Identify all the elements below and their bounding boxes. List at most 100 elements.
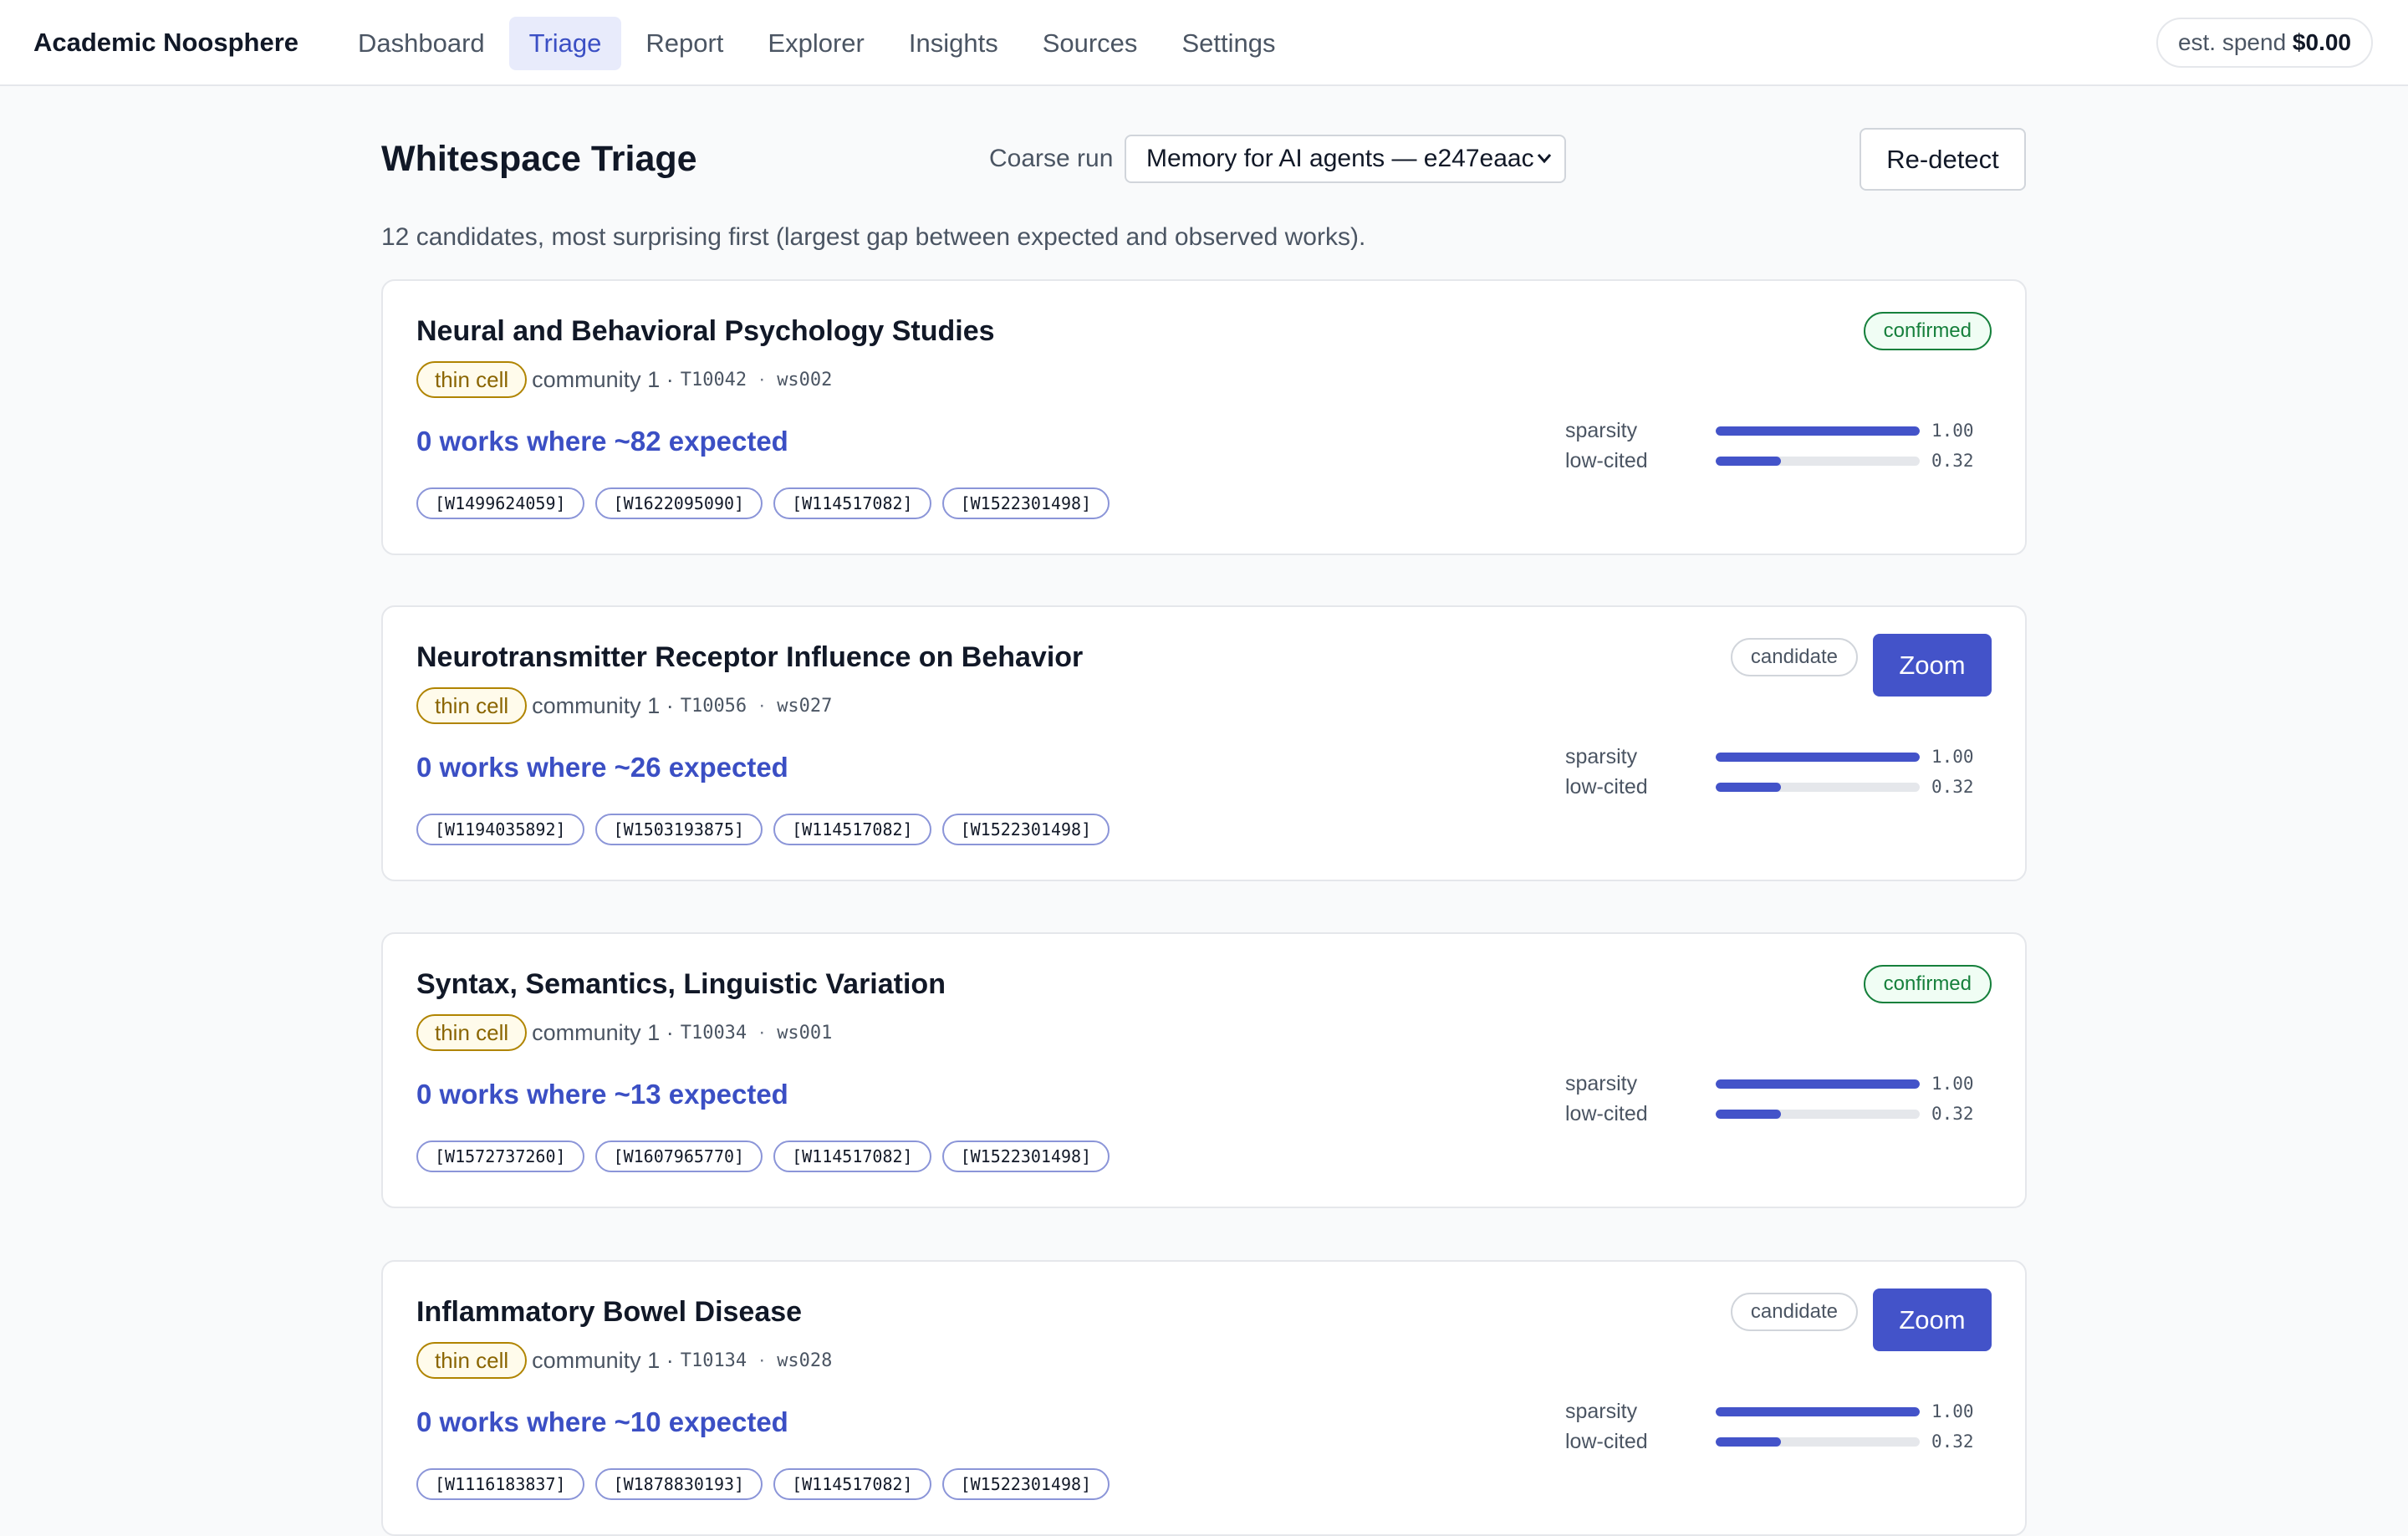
nav-dashboard[interactable]: Dashboard xyxy=(338,17,505,70)
low-cited-value: 0.32 xyxy=(1931,777,1974,797)
low-cited-metric: low-cited 0.32 xyxy=(1565,1426,2000,1457)
sparsity-bar-fill xyxy=(1716,426,1920,436)
works-gap-headline[interactable]: 0 works where ~26 expected xyxy=(416,749,788,786)
low-cited-bar xyxy=(1716,1110,1920,1119)
sparsity-value: 1.00 xyxy=(1931,1074,1974,1094)
thin-cell-tag: thin cell xyxy=(416,361,528,398)
coarse-run-select[interactable]: Memory for AI agents — e247eaac xyxy=(1125,135,1566,183)
sparsity-value: 1.00 xyxy=(1931,747,1974,767)
whitespace-id: ws001 xyxy=(777,1022,833,1044)
card-meta: thin cell community 1 · T10056 · ws027 xyxy=(416,686,832,725)
nav-report[interactable]: Report xyxy=(625,17,743,70)
low-cited-bar-fill xyxy=(1716,457,1782,466)
candidates-summary: 12 candidates, most surprising first (la… xyxy=(381,223,1366,251)
work-id-chip[interactable]: [W1522301498] xyxy=(941,487,1110,519)
work-id-chip[interactable]: [W1499624059] xyxy=(416,487,584,519)
low-cited-value: 0.32 xyxy=(1931,451,1974,471)
works-gap-headline[interactable]: 0 works where ~10 expected xyxy=(416,1404,788,1441)
low-cited-bar-fill xyxy=(1716,1437,1782,1447)
sparsity-value: 1.00 xyxy=(1931,421,1974,441)
work-id-chip[interactable]: [W1194035892] xyxy=(416,814,584,845)
zoom-button[interactable]: Zoom xyxy=(1873,1289,1992,1351)
low-cited-label: low-cited xyxy=(1565,775,1648,799)
chevron-down-icon xyxy=(1536,136,1553,198)
nav-sources[interactable]: Sources xyxy=(1023,17,1158,70)
sparsity-label: sparsity xyxy=(1565,745,1638,768)
spend-value: $0.00 xyxy=(2292,29,2351,55)
work-id-chip[interactable]: [W1522301498] xyxy=(941,1141,1110,1172)
card-metrics: sparsity 1.00 low-cited 0.32 xyxy=(1565,1069,2000,1129)
candidate-card: Inflammatory Bowel Disease thin cell com… xyxy=(381,1260,2027,1536)
nav-insights[interactable]: Insights xyxy=(889,17,1018,70)
sparsity-bar xyxy=(1716,1079,1920,1089)
sparsity-metric: sparsity 1.00 xyxy=(1565,1396,2000,1426)
candidate-card: Neural and Behavioral Psychology Studies… xyxy=(381,279,2027,555)
community-label: community 1 · xyxy=(532,692,674,718)
work-id-chip[interactable]: [W114517082] xyxy=(773,1468,931,1500)
work-id-chip[interactable]: [W1522301498] xyxy=(941,1468,1110,1500)
whitespace-id: ws028 xyxy=(777,1350,833,1371)
work-id-chip[interactable]: [W1503193875] xyxy=(594,814,763,845)
card-metrics: sparsity 1.00 low-cited 0.32 xyxy=(1565,416,2000,476)
sparsity-label: sparsity xyxy=(1565,1072,1638,1095)
separator-dot: · xyxy=(758,694,766,717)
work-id-chip[interactable]: [W114517082] xyxy=(773,487,931,519)
zoom-button[interactable]: Zoom xyxy=(1873,634,1992,697)
sparsity-label: sparsity xyxy=(1565,419,1638,442)
separator-dot: · xyxy=(758,1349,766,1371)
card-title[interactable]: Inflammatory Bowel Disease xyxy=(416,1294,802,1330)
works-gap-headline[interactable]: 0 works where ~82 expected xyxy=(416,423,788,460)
low-cited-bar xyxy=(1716,783,1920,792)
app-brand[interactable]: Academic Noosphere xyxy=(33,25,298,60)
sparsity-bar xyxy=(1716,1407,1920,1416)
status-badge: candidate xyxy=(1730,638,1858,676)
sparsity-bar xyxy=(1716,426,1920,436)
candidate-card: Neurotransmitter Receptor Influence on B… xyxy=(381,605,2027,881)
whitespace-id: ws002 xyxy=(777,369,833,390)
spend-label: est. spend xyxy=(2177,29,2287,55)
work-id-chips: [W1572737260] [W1607965770] [W114517082] [W… xyxy=(416,1141,1120,1172)
card-title[interactable]: Neural and Behavioral Psychology Studies xyxy=(416,313,995,350)
main-nav: Dashboard Triage Report Explorer Insight… xyxy=(338,17,1299,70)
work-id-chip[interactable]: [W1622095090] xyxy=(594,487,763,519)
work-id-chips: [W1116183837] [W1878830193] [W114517082] [W… xyxy=(416,1468,1120,1500)
sparsity-label: sparsity xyxy=(1565,1400,1638,1423)
redetect-button[interactable]: Re-detect xyxy=(1860,128,2026,191)
work-id-chip[interactable]: [W1522301498] xyxy=(941,814,1110,845)
community-label: community 1 · xyxy=(532,1019,674,1045)
sparsity-bar xyxy=(1716,753,1920,762)
card-title[interactable]: Syntax, Semantics, Linguistic Variation xyxy=(416,966,946,1003)
card-meta: thin cell community 1 · T10042 · ws002 xyxy=(416,360,832,399)
sparsity-metric: sparsity 1.00 xyxy=(1565,742,2000,772)
nav-triage[interactable]: Triage xyxy=(508,17,622,70)
card-title[interactable]: Neurotransmitter Receptor Influence on B… xyxy=(416,639,1083,676)
candidate-card: Syntax, Semantics, Linguistic Variation … xyxy=(381,932,2027,1208)
low-cited-bar-fill xyxy=(1716,1110,1782,1119)
topic-id: T10134 xyxy=(680,1350,747,1371)
work-id-chip[interactable]: [W114517082] xyxy=(773,1141,931,1172)
low-cited-metric: low-cited 0.32 xyxy=(1565,772,2000,802)
sparsity-bar-fill xyxy=(1716,753,1920,762)
sparsity-bar-fill xyxy=(1716,1079,1920,1089)
work-id-chip[interactable]: [W1607965770] xyxy=(594,1141,763,1172)
works-gap-headline[interactable]: 0 works where ~13 expected xyxy=(416,1076,788,1113)
work-id-chip[interactable]: [W114517082] xyxy=(773,814,931,845)
nav-explorer[interactable]: Explorer xyxy=(747,17,884,70)
work-id-chip[interactable]: [W1572737260] xyxy=(416,1141,584,1172)
status-badge: confirmed xyxy=(1863,965,1992,1003)
work-id-chip[interactable]: [W1116183837] xyxy=(416,1468,584,1500)
thin-cell-tag: thin cell xyxy=(416,1014,528,1051)
separator-dot: · xyxy=(758,1021,766,1044)
separator-dot: · xyxy=(758,368,766,390)
sparsity-metric: sparsity 1.00 xyxy=(1565,416,2000,446)
topic-id: T10042 xyxy=(680,369,747,390)
page-title: Whitespace Triage xyxy=(381,139,697,179)
card-meta: thin cell community 1 · T10034 · ws001 xyxy=(416,1013,832,1052)
topic-id: T10034 xyxy=(680,1022,747,1044)
status-badge: confirmed xyxy=(1863,312,1992,350)
nav-settings[interactable]: Settings xyxy=(1161,17,1295,70)
community-label: community 1 · xyxy=(532,1347,674,1373)
work-id-chip[interactable]: [W1878830193] xyxy=(594,1468,763,1500)
sparsity-bar-fill xyxy=(1716,1407,1920,1416)
low-cited-metric: low-cited 0.32 xyxy=(1565,446,2000,476)
